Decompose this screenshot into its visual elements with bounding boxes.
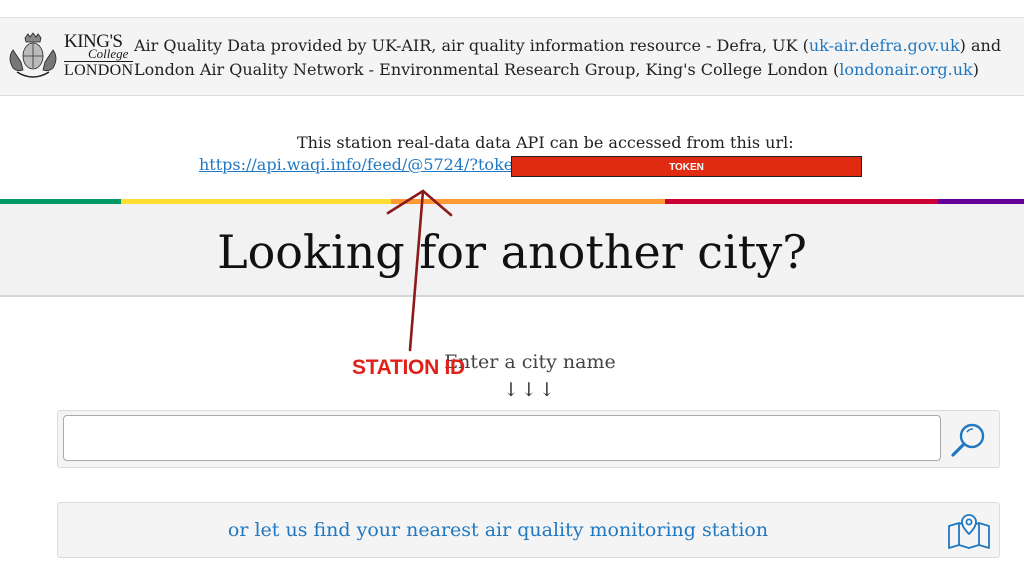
down-arrows: ↓↓↓ <box>503 379 557 401</box>
kcl-wordmark: KING'S College LONDON <box>64 32 134 82</box>
city-search-input[interactable] <box>63 415 941 461</box>
search-icon <box>951 423 985 457</box>
page-title: Looking for another city? <box>217 225 807 279</box>
uk-air-link[interactable]: uk-air.defra.gov.uk <box>809 36 960 55</box>
londonair-link[interactable]: londonair.org.uk <box>839 60 972 79</box>
station-id-annotation: STATION ID <box>352 356 465 379</box>
station-id-arrow <box>386 189 453 352</box>
attribution-text: Air Quality Data provided by UK-AIR, air… <box>134 34 1014 82</box>
crest-icon <box>9 32 57 78</box>
api-intro: This station real-data data API can be a… <box>297 133 794 152</box>
attribution-text-3: ) <box>972 60 979 79</box>
find-nearest-station-button[interactable]: or let us find your nearest air quality … <box>57 502 1000 558</box>
map-location-icon <box>948 514 990 549</box>
search-panel <box>57 410 1000 468</box>
search-prompt: Enter a city name <box>444 351 616 373</box>
find-nearest-label: or let us find your nearest air quality … <box>227 519 769 541</box>
token-redaction: TOKEN <box>511 156 862 177</box>
attribution-text-1: Air Quality Data provided by UK-AIR, air… <box>134 36 809 55</box>
attribution-bar: KING'S College LONDON Air Quality Data p… <box>0 17 1024 96</box>
api-url-link[interactable]: https://api.waqi.info/feed/@5724/?token= <box>199 154 537 176</box>
logo-college: College <box>88 46 129 61</box>
search-button[interactable] <box>948 419 990 459</box>
hero-banner: Looking for another city? <box>0 204 1024 297</box>
kcl-logo[interactable]: KING'S College LONDON <box>5 30 134 84</box>
logo-london: LONDON <box>64 61 134 79</box>
